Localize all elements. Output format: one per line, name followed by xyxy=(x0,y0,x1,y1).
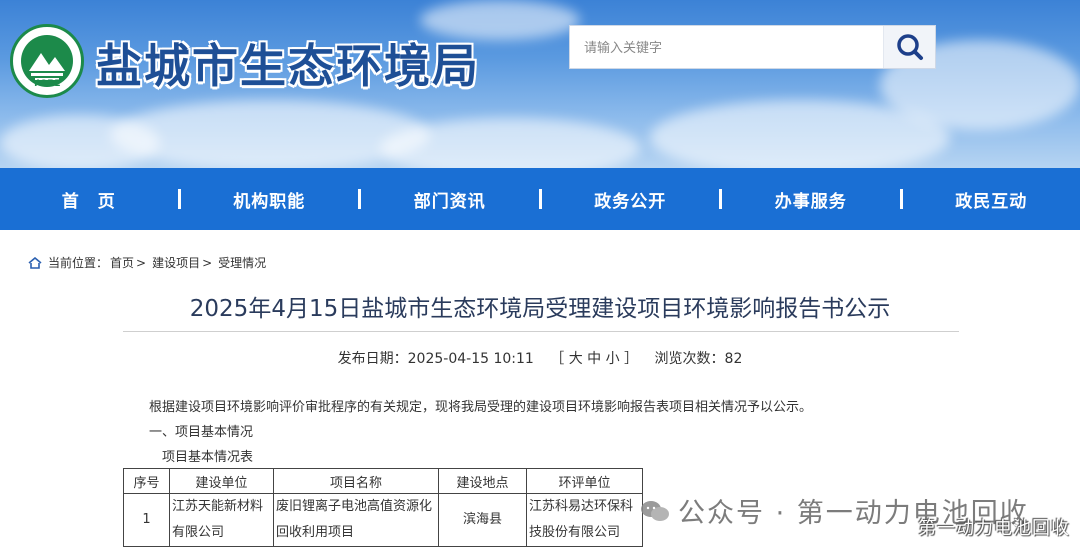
breadcrumb-home[interactable]: 首页 xyxy=(110,254,134,271)
table-caption: 项目基本情况表 xyxy=(162,450,254,465)
views-value: 82 xyxy=(724,351,743,367)
project-table: 序号 建设单位 项目名称 建设地点 环评单位 1 江苏天能新材料有限公司 废旧锂… xyxy=(123,468,643,547)
font-size-control[interactable]: ［ 大 中 小 ］ xyxy=(550,351,638,367)
cell-project: 废旧锂离子电池高值资源化回收利用项目 xyxy=(273,493,439,547)
home-icon xyxy=(28,256,42,269)
breadcrumb-label: 当前位置： xyxy=(48,256,109,270)
cloud-decoration xyxy=(380,118,640,168)
nav-item-functions[interactable]: 机构职能 xyxy=(181,187,359,212)
nav-item-interaction[interactable]: 政民互动 xyxy=(903,187,1080,212)
cell-location: 滨海县 xyxy=(438,493,527,547)
col-header-eia-unit: 环评单位 xyxy=(526,468,643,494)
nav-item-public-affairs[interactable]: 政务公开 xyxy=(542,187,720,212)
nav-item-services[interactable]: 办事服务 xyxy=(722,187,900,212)
site-logo[interactable]: YCEE xyxy=(10,24,84,98)
breadcrumb-separator: > xyxy=(136,255,147,270)
publish-date: 发布日期：2025-04-15 10:11 xyxy=(338,351,534,367)
nav-item-home[interactable]: 首 页 xyxy=(0,187,178,212)
wechat-icon xyxy=(641,500,669,521)
logo-text: YCEE xyxy=(32,79,62,89)
col-header-location: 建设地点 xyxy=(438,468,527,494)
breadcrumb: 当前位置： 首页 > 建设项目 > 受理情况 xyxy=(28,254,266,271)
search-input[interactable] xyxy=(584,38,864,58)
article-meta: 发布日期：2025-04-15 10:11 ［ 大 中 小 ］ 浏览次数：82 xyxy=(0,348,1080,368)
table-row: 1 江苏天能新材料有限公司 废旧锂离子电池高值资源化回收利用项目 滨海县 江苏科… xyxy=(123,493,643,547)
col-header-project: 项目名称 xyxy=(273,468,439,494)
search-box xyxy=(569,25,936,69)
views-label: 浏览次数： xyxy=(654,351,725,367)
col-header-builder: 建设单位 xyxy=(169,468,274,494)
breadcrumb-separator: > xyxy=(202,255,213,270)
site-title[interactable]: 盐城市生态环境局 xyxy=(96,30,480,96)
table-header-row: 序号 建设单位 项目名称 建设地点 环评单位 xyxy=(123,468,643,494)
breadcrumb-acceptance[interactable]: 受理情况 xyxy=(218,254,266,271)
site-banner: YCEE 盐城市生态环境局 xyxy=(0,0,1080,168)
cloud-decoration xyxy=(0,115,160,168)
search-button[interactable] xyxy=(883,26,935,68)
corner-watermark: 第一动力电池回收 xyxy=(918,518,1070,539)
cell-index: 1 xyxy=(123,493,170,547)
publish-date-value: 2025-04-15 10:11 xyxy=(407,351,534,367)
cell-eia-unit: 江苏科易达环保科技股份有限公司 xyxy=(526,493,643,547)
publish-label: 发布日期： xyxy=(337,351,408,367)
main-nav: 首 页 机构职能 部门资讯 政务公开 办事服务 政民互动 xyxy=(0,168,1080,230)
cloud-decoration xyxy=(110,100,430,168)
intro-paragraph: 根据建设项目环境影响评价审批程序的有关规定，现将我局受理的建设项目环境影响报告表… xyxy=(149,400,813,415)
title-divider xyxy=(123,331,959,332)
view-count: 浏览次数：82 xyxy=(655,351,743,367)
article-title: 2025年4月15日盐城市生态环境局受理建设项目环境影响报告书公示 xyxy=(189,296,891,322)
section-heading: 一、项目基本情况 xyxy=(149,425,254,440)
nav-item-news[interactable]: 部门资讯 xyxy=(361,187,539,212)
search-icon xyxy=(897,34,923,60)
col-header-index: 序号 xyxy=(123,468,170,494)
cell-builder: 江苏天能新材料有限公司 xyxy=(169,493,274,547)
breadcrumb-projects[interactable]: 建设项目 xyxy=(152,254,200,271)
